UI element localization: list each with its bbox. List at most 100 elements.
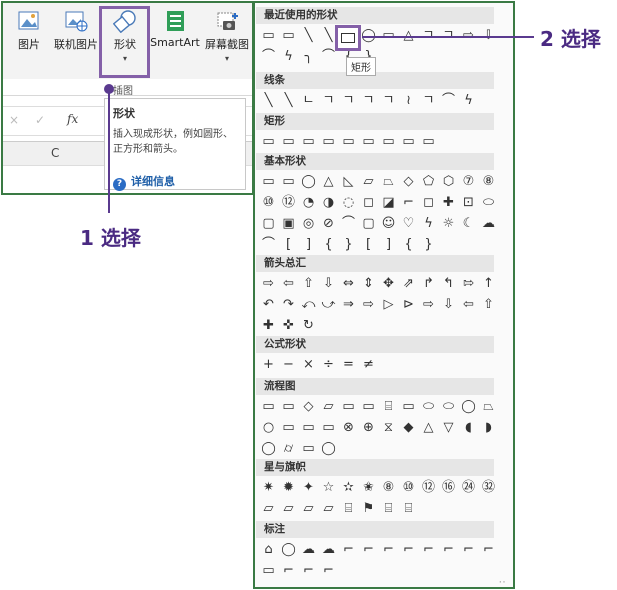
shape-option-icon[interactable]: ㄱ <box>340 92 357 109</box>
shape-option-icon[interactable]: ✚ <box>260 317 277 334</box>
shape-option-icon[interactable]: ✬ <box>360 479 377 496</box>
shape-option-icon[interactable]: ▱ <box>320 500 337 517</box>
cancel-icon[interactable]: × <box>9 113 19 127</box>
shape-option-icon[interactable]: ⇦ <box>460 296 477 313</box>
shape-option-icon[interactable]: ▭ <box>340 133 357 150</box>
shape-option-icon[interactable]: ✹ <box>280 479 297 496</box>
shape-option-icon[interactable]: ◗ <box>480 419 497 436</box>
shape-option-icon[interactable]: ◇ <box>300 398 317 415</box>
shape-option-icon[interactable]: ⌸ <box>380 398 397 415</box>
shape-option-icon[interactable]: ☾ <box>460 215 477 232</box>
shape-option-icon[interactable]: ▭ <box>300 419 317 436</box>
shape-option-icon[interactable]: } <box>340 236 357 253</box>
shape-option-icon[interactable]: ] <box>300 236 317 253</box>
resize-grip-icon[interactable]: ⠠⠄ <box>496 576 508 585</box>
shape-option-icon[interactable]: ⌂ <box>260 541 277 558</box>
shape-option-icon[interactable]: ▱ <box>360 173 377 190</box>
shape-option-icon[interactable]: ⑩ <box>400 479 417 496</box>
shape-option-icon[interactable]: ⌐ <box>340 541 357 558</box>
shape-option-icon[interactable]: ▭ <box>320 133 337 150</box>
shape-option-icon[interactable]: ╮ <box>300 48 317 65</box>
shape-option-icon[interactable]: ○ <box>260 419 277 436</box>
shape-option-icon[interactable]: △ <box>420 419 437 436</box>
shape-option-icon[interactable]: − <box>280 356 297 373</box>
shape-option-icon[interactable]: ▭ <box>380 133 397 150</box>
shape-option-icon[interactable]: ◎ <box>300 215 317 232</box>
shape-option-icon[interactable]: ◯ <box>320 440 337 457</box>
shape-option-icon[interactable]: + <box>260 356 277 373</box>
shape-option-icon[interactable]: ╲ <box>260 92 277 109</box>
shape-option-icon[interactable]: ⌒ <box>440 92 457 109</box>
shape-option-icon[interactable]: ◔ <box>300 194 317 211</box>
shape-option-icon[interactable]: ⌐ <box>320 562 337 579</box>
shape-option-icon[interactable]: ╲ <box>280 92 297 109</box>
shape-option-icon[interactable]: ⏢ <box>380 173 397 190</box>
shape-option-icon[interactable]: ⚑ <box>360 500 377 517</box>
shape-option-icon[interactable]: ↱ <box>420 275 437 292</box>
picture-button[interactable]: 图片 <box>13 9 45 52</box>
shape-option-icon[interactable]: ⬭ <box>440 398 457 415</box>
shape-option-icon[interactable]: ⌐ <box>420 541 437 558</box>
shape-option-icon[interactable]: ⑦ <box>460 173 477 190</box>
shape-option-icon[interactable]: ⇗ <box>400 275 417 292</box>
shape-option-icon[interactable]: ✦ <box>300 479 317 496</box>
shape-option-icon[interactable]: ≀ <box>400 92 417 109</box>
shape-option-icon[interactable]: ▭ <box>320 419 337 436</box>
screenshot-button[interactable]: 屏幕截图 ▾ <box>202 9 252 63</box>
shape-option-icon[interactable]: ✫ <box>340 479 357 496</box>
shape-option-icon[interactable]: ⌐ <box>380 541 397 558</box>
shape-option-icon[interactable]: ▭ <box>300 440 317 457</box>
shape-option-icon[interactable]: ⤻ <box>320 296 337 313</box>
shape-option-icon[interactable]: ⇕ <box>360 275 377 292</box>
shape-option-icon[interactable]: ⬡ <box>440 173 457 190</box>
shape-option-icon[interactable]: ▱ <box>260 500 277 517</box>
shape-option-icon[interactable]: ◌ <box>340 194 357 211</box>
shape-option-icon[interactable]: ◯ <box>300 173 317 190</box>
shape-option-icon[interactable]: ▭ <box>420 133 437 150</box>
shape-option-icon[interactable]: ㄱ <box>320 92 337 109</box>
shape-option-icon[interactable]: ☁ <box>300 541 317 558</box>
shape-option-icon[interactable]: ㄴ <box>300 92 317 109</box>
shape-option-icon[interactable]: ◆ <box>400 419 417 436</box>
shape-option-icon[interactable]: ⇦ <box>280 275 297 292</box>
shape-option-icon[interactable]: ◺ <box>340 173 357 190</box>
shape-option-icon[interactable]: ⇩ <box>320 275 337 292</box>
shape-option-icon[interactable]: ▱ <box>320 398 337 415</box>
shape-option-icon[interactable]: ◯ <box>260 440 277 457</box>
shape-option-icon[interactable]: ⊕ <box>360 419 377 436</box>
shape-option-icon[interactable]: ⇨ <box>360 296 377 313</box>
shape-option-icon[interactable]: ⇧ <box>300 275 317 292</box>
online-picture-button[interactable]: 联机图片 <box>51 9 101 52</box>
shape-option-icon[interactable]: ◪ <box>380 194 397 211</box>
shape-option-icon[interactable]: ✷ <box>260 479 277 496</box>
shape-option-icon[interactable]: ⑯ <box>440 479 457 496</box>
shape-option-icon[interactable]: ◖ <box>460 419 477 436</box>
shape-option-icon[interactable]: ⧖ <box>380 419 397 436</box>
more-info-link[interactable]: ? 详细信息 <box>113 173 175 191</box>
shape-option-icon[interactable]: ✚ <box>440 194 457 211</box>
shape-option-icon[interactable]: ⑧ <box>380 479 397 496</box>
shape-option-icon[interactable]: ▭ <box>280 27 297 44</box>
shape-option-icon[interactable]: ⌐ <box>400 194 417 211</box>
shape-option-icon[interactable]: [ <box>360 236 377 253</box>
shape-option-icon[interactable]: ☆ <box>320 479 337 496</box>
shape-option-icon[interactable]: ▭ <box>400 398 417 415</box>
shape-option-icon[interactable]: ↷ <box>280 296 297 313</box>
shape-option-icon[interactable]: ☁ <box>320 541 337 558</box>
shape-option-icon[interactable]: ▭ <box>400 133 417 150</box>
shape-option-icon[interactable]: ▭ <box>300 133 317 150</box>
shape-option-icon[interactable]: ⌐ <box>480 541 497 558</box>
shape-option-icon[interactable]: ◑ <box>320 194 337 211</box>
shape-option-icon[interactable]: ▭ <box>280 398 297 415</box>
shape-option-icon[interactable]: ▷ <box>380 296 397 313</box>
shape-option-icon[interactable]: ☼ <box>440 215 457 232</box>
shape-option-icon[interactable]: ⌸ <box>340 500 357 517</box>
shape-option-icon[interactable]: ◇ <box>400 173 417 190</box>
shape-option-icon[interactable]: ϟ <box>280 48 297 65</box>
shape-option-icon[interactable]: ⇨ <box>260 275 277 292</box>
shape-option-icon[interactable]: ㄱ <box>360 92 377 109</box>
shape-option-icon[interactable]: ] <box>380 236 397 253</box>
shape-option-icon[interactable]: ▭ <box>280 173 297 190</box>
shape-option-icon[interactable]: ⊗ <box>340 419 357 436</box>
shape-option-icon[interactable]: ▭ <box>360 133 377 150</box>
